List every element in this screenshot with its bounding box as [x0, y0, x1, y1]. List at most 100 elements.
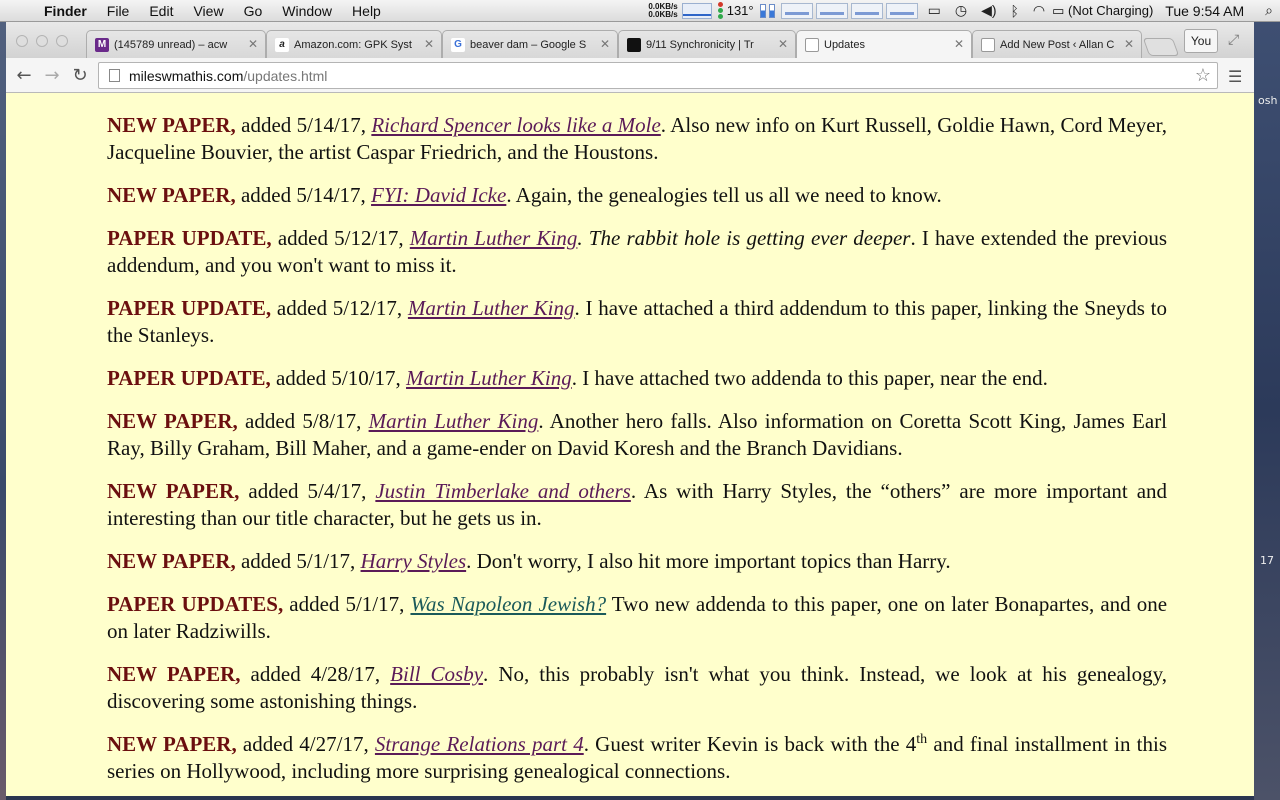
menu-go[interactable]: Go — [234, 0, 273, 22]
tab-close-icon[interactable]: ✕ — [248, 37, 258, 51]
entry-text: . Again, the genealogies tell us all we … — [506, 183, 942, 207]
activity-graph-icon[interactable] — [885, 2, 918, 19]
update-entry: PAPER UPDATES, added 5/1/17, Was Napoleo… — [107, 591, 1167, 645]
paper-link[interactable]: Justin Timberlake and others — [375, 479, 631, 503]
paper-link[interactable]: Martin Luther King — [408, 296, 575, 320]
tab-title: 9/11 Synchronicity | Tr — [646, 38, 754, 51]
tab-mail[interactable]: M (145789 unread) – acw ✕ — [86, 30, 266, 58]
tab-add-new-post[interactable]: Add New Post ‹ Allan C ✕ — [972, 30, 1142, 58]
page-favicon-icon — [981, 37, 995, 52]
update-entry: NEW PAPER, added 4/28/17, Bill Cosby. No… — [107, 661, 1167, 715]
profile-button[interactable]: You — [1184, 29, 1218, 53]
clock[interactable]: Tue 9:54 AM — [1165, 3, 1244, 19]
spotlight-search-icon[interactable]: ⌕ — [1265, 2, 1273, 19]
amazon-favicon-icon: a — [275, 37, 289, 52]
activity-graph-icon[interactable] — [815, 2, 848, 19]
tab-updates[interactable]: Updates ✕ — [796, 30, 972, 59]
fullscreen-icon[interactable]: ⤢ — [1228, 32, 1239, 48]
desktop-icon-label: osh — [1258, 94, 1278, 107]
tab-synchronicity[interactable]: 9/11 Synchronicity | Tr ✕ — [618, 30, 796, 58]
temperature[interactable]: 131° — [727, 3, 754, 18]
status-area: 0.0KB/s 0.0KB/s 131° ▭ ◷ ◀) ᛒ ◠ ▭ (Not C… — [648, 0, 1280, 22]
window-minimize-button[interactable] — [36, 35, 48, 47]
entry-text: . Guest writer Kevin is back with the 4 — [583, 732, 917, 756]
google-favicon-icon: G — [451, 37, 465, 52]
network-down: 0.0KB/s — [648, 9, 678, 19]
display-icon[interactable]: ▭ — [928, 2, 941, 19]
volume-icon[interactable]: ◀) — [981, 2, 996, 19]
network-speed[interactable]: 0.0KB/s 0.0KB/s — [648, 2, 678, 19]
window-zoom-button[interactable] — [56, 35, 68, 47]
forward-arrow-icon[interactable]: → — [38, 65, 66, 86]
entry-kind: NEW PAPER, — [107, 479, 240, 503]
url-domain: mileswmathis.com — [129, 67, 244, 84]
tab-close-icon[interactable]: ✕ — [600, 37, 610, 51]
cpu-bars-icon[interactable] — [759, 3, 775, 18]
update-entry: NEW PAPER, added 5/14/17, Richard Spence… — [107, 112, 1167, 166]
activity-graph-icon[interactable] — [780, 2, 813, 19]
page-icon — [109, 69, 120, 82]
battery-status[interactable]: ▭ (Not Charging) — [1052, 3, 1153, 19]
entry-kind: NEW PAPER, — [107, 113, 236, 137]
tab-title: Updates — [824, 39, 865, 51]
menu-app-finder[interactable]: Finder — [40, 0, 97, 22]
tab-title: Add New Post ‹ Allan C — [1000, 38, 1115, 51]
activity-graph-icon[interactable] — [850, 2, 883, 19]
tab-close-icon[interactable]: ✕ — [424, 37, 434, 51]
menu-file[interactable]: File — [97, 0, 140, 22]
window-close-button[interactable] — [16, 35, 28, 47]
entry-date: added 5/1/17, — [289, 592, 405, 616]
paper-link[interactable]: Harry Styles — [361, 549, 467, 573]
entry-kind: PAPER UPDATES, — [107, 592, 284, 616]
entry-date: added 5/14/17, — [241, 113, 367, 137]
battery-label: (Not Charging) — [1068, 2, 1154, 18]
tab-close-icon[interactable]: ✕ — [1124, 37, 1134, 51]
menu-view[interactable]: View — [183, 0, 233, 22]
paper-link[interactable]: Strange Relations part 4 — [375, 732, 584, 756]
paper-link[interactable]: Was Napoleon Jewish? — [410, 592, 606, 616]
updates-list: NEW PAPER, added 5/14/17, Richard Spence… — [107, 112, 1167, 796]
paper-link[interactable]: Martin Luther King — [406, 366, 572, 390]
tab-amazon[interactable]: a Amazon.com: GPK Syst ✕ — [266, 30, 442, 58]
paper-link[interactable]: Bill Cosby — [390, 662, 483, 686]
update-entry: NEW PAPER, added 5/4/17, Justin Timberla… — [107, 478, 1167, 532]
address-bar[interactable]: mileswmathis.com /updates.html ☆ — [98, 62, 1218, 89]
tab-close-icon[interactable]: ✕ — [954, 37, 964, 51]
tab-title: Amazon.com: GPK Syst — [294, 38, 412, 51]
entry-text: . Don't worry, I also hit more important… — [466, 549, 951, 573]
tab-google[interactable]: G beaver dam – Google S ✕ — [442, 30, 618, 58]
status-dots-icon[interactable] — [717, 2, 723, 19]
tab-strip: M (145789 unread) – acw ✕ a Amazon.com: … — [6, 22, 1254, 59]
menu-window[interactable]: Window — [272, 0, 342, 22]
menu-edit[interactable]: Edit — [139, 0, 183, 22]
new-tab-button[interactable] — [1142, 38, 1180, 56]
battery-icon: ▭ — [1052, 2, 1069, 18]
entry-date: added 5/14/17, — [240, 183, 366, 207]
bluetooth-icon[interactable]: ᛒ — [1011, 3, 1019, 19]
url-path: /updates.html — [243, 67, 328, 84]
paper-link[interactable]: Richard Spencer looks like a Mole — [371, 113, 660, 137]
paper-link[interactable]: FYI: David Icke — [371, 183, 506, 207]
browser-window: M (145789 unread) – acw ✕ a Amazon.com: … — [6, 22, 1254, 796]
network-graph-icon[interactable] — [681, 2, 712, 19]
time-machine-icon[interactable]: ◷ — [955, 2, 967, 19]
paper-link[interactable]: Martin Luther King — [410, 226, 578, 250]
paper-link[interactable]: Martin Luther King — [369, 409, 539, 433]
chrome-menu-icon[interactable]: ☰ — [1228, 67, 1242, 86]
menu-help[interactable]: Help — [342, 0, 391, 22]
reload-icon[interactable]: ↻ — [66, 65, 94, 86]
menu-bar: Finder File Edit View Go Window Help 0.0… — [0, 0, 1280, 22]
entry-italic-text: . The rabbit hole is getting ever deeper — [577, 226, 911, 250]
entry-kind: PAPER UPDATE, — [107, 296, 272, 320]
entry-date: added 5/10/17, — [275, 366, 401, 390]
back-arrow-icon[interactable]: ← — [10, 65, 38, 86]
update-entry: NEW PAPER, added 5/14/17, FYI: David Ick… — [107, 182, 1167, 209]
tab-close-icon[interactable]: ✕ — [778, 37, 788, 51]
tab-title: beaver dam – Google S — [470, 38, 587, 51]
mail-favicon-icon: M — [95, 37, 109, 52]
wifi-icon[interactable]: ◠ — [1033, 2, 1045, 19]
page-favicon-icon — [805, 38, 819, 52]
bookmark-star-icon[interactable]: ☆ — [1195, 65, 1211, 86]
entry-date: added 4/27/17, — [242, 732, 369, 756]
entry-text: . I have attached two addenda to this pa… — [571, 366, 1048, 390]
